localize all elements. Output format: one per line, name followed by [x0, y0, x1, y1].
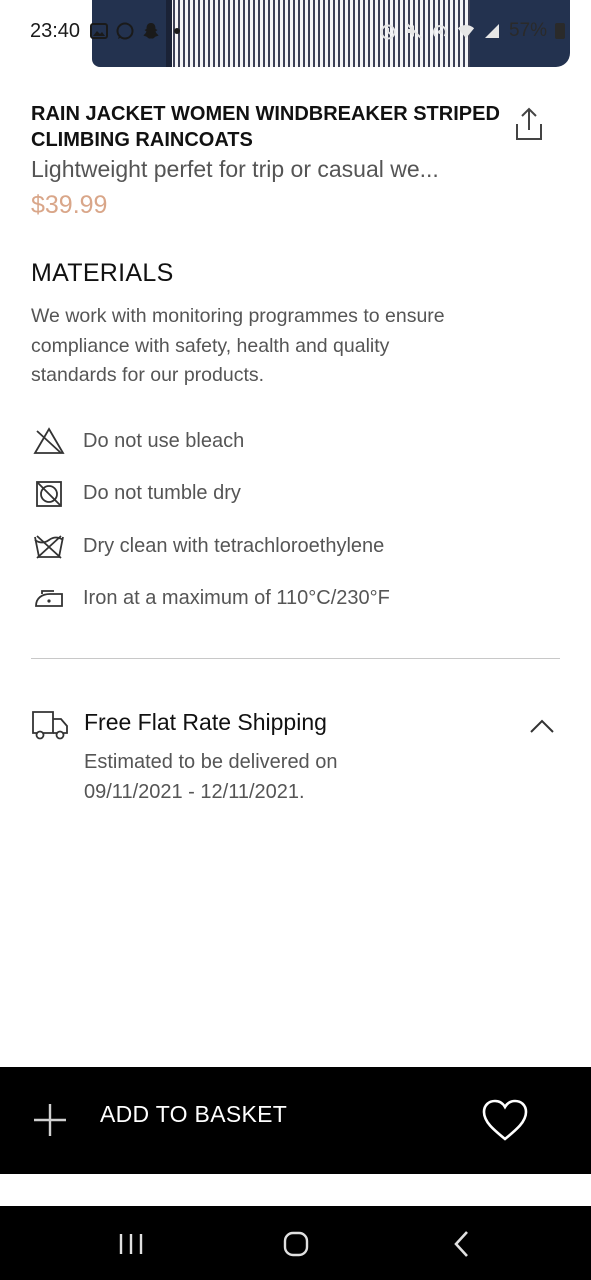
alarm-icon: [379, 22, 397, 40]
battery-icon: [555, 23, 565, 39]
section-divider: [31, 658, 560, 659]
notification-icons: [90, 22, 186, 40]
care-label: Do not use bleach: [83, 429, 245, 452]
care-item-no-tumble-dry: Do not tumble dry: [31, 468, 551, 521]
system-icons: 57%: [379, 20, 565, 42]
care-item-no-bleach: Do not use bleach: [31, 415, 551, 468]
wifi-icon: [457, 22, 475, 40]
shipping-title[interactable]: Free Flat Rate Shipping: [84, 709, 327, 736]
product-title: RAIN JACKET WOMEN WINDBREAKER STRIPED CL…: [31, 103, 500, 151]
home-icon[interactable]: [283, 1231, 309, 1257]
no-bleach-icon: [31, 423, 67, 459]
product-subtitle: Lightweight perfet for trip or casual we…: [31, 156, 439, 182]
dry-clean-icon: [31, 528, 67, 564]
dot-icon: [168, 22, 186, 40]
care-label: Do not tumble dry: [83, 482, 241, 505]
hotspot-icon: [431, 22, 449, 40]
truck-icon: [31, 708, 69, 742]
share-icon: [516, 107, 542, 140]
share-button[interactable]: [512, 106, 546, 142]
signal-icon: [483, 22, 501, 40]
battery-percentage: 57%: [508, 20, 547, 41]
plus-icon[interactable]: [32, 1102, 68, 1138]
mute-icon: [405, 22, 423, 40]
wishlist-heart-icon[interactable]: [480, 1097, 530, 1143]
back-icon[interactable]: [452, 1230, 472, 1258]
whatsapp-icon: [116, 22, 134, 40]
no-tumble-dry-icon: [31, 476, 67, 512]
iron-icon: [31, 581, 67, 617]
care-instructions: Do not use bleach Do not tumble dry Dry …: [31, 415, 551, 625]
add-to-basket-button[interactable]: ADD TO BASKET: [100, 1101, 287, 1128]
care-item-iron: Iron at a maximum of 110°C/230°F: [31, 573, 551, 626]
shipping-estimate: Estimated to be delivered on 09/11/2021 …: [84, 751, 338, 803]
product-price: $39.99: [31, 191, 108, 219]
materials-heading: MATERIALS: [31, 259, 174, 287]
care-label: Iron at a maximum of 110°C/230°F: [83, 587, 390, 610]
status-time: 23:40: [30, 19, 81, 42]
shipping-collapse-button[interactable]: [528, 712, 556, 740]
care-item-dry-clean: Dry clean with tetrachloroethylene: [31, 520, 551, 573]
status-bar: 23:40 57%: [0, 0, 591, 62]
gallery-icon: [90, 22, 109, 40]
recent-apps-icon[interactable]: [118, 1232, 144, 1256]
care-label: Dry clean with tetrachloroethylene: [83, 534, 385, 557]
chevron-up-icon: [530, 719, 554, 733]
snapchat-icon: [142, 22, 160, 40]
materials-description: We work with monitoring programmes to en…: [31, 305, 445, 386]
